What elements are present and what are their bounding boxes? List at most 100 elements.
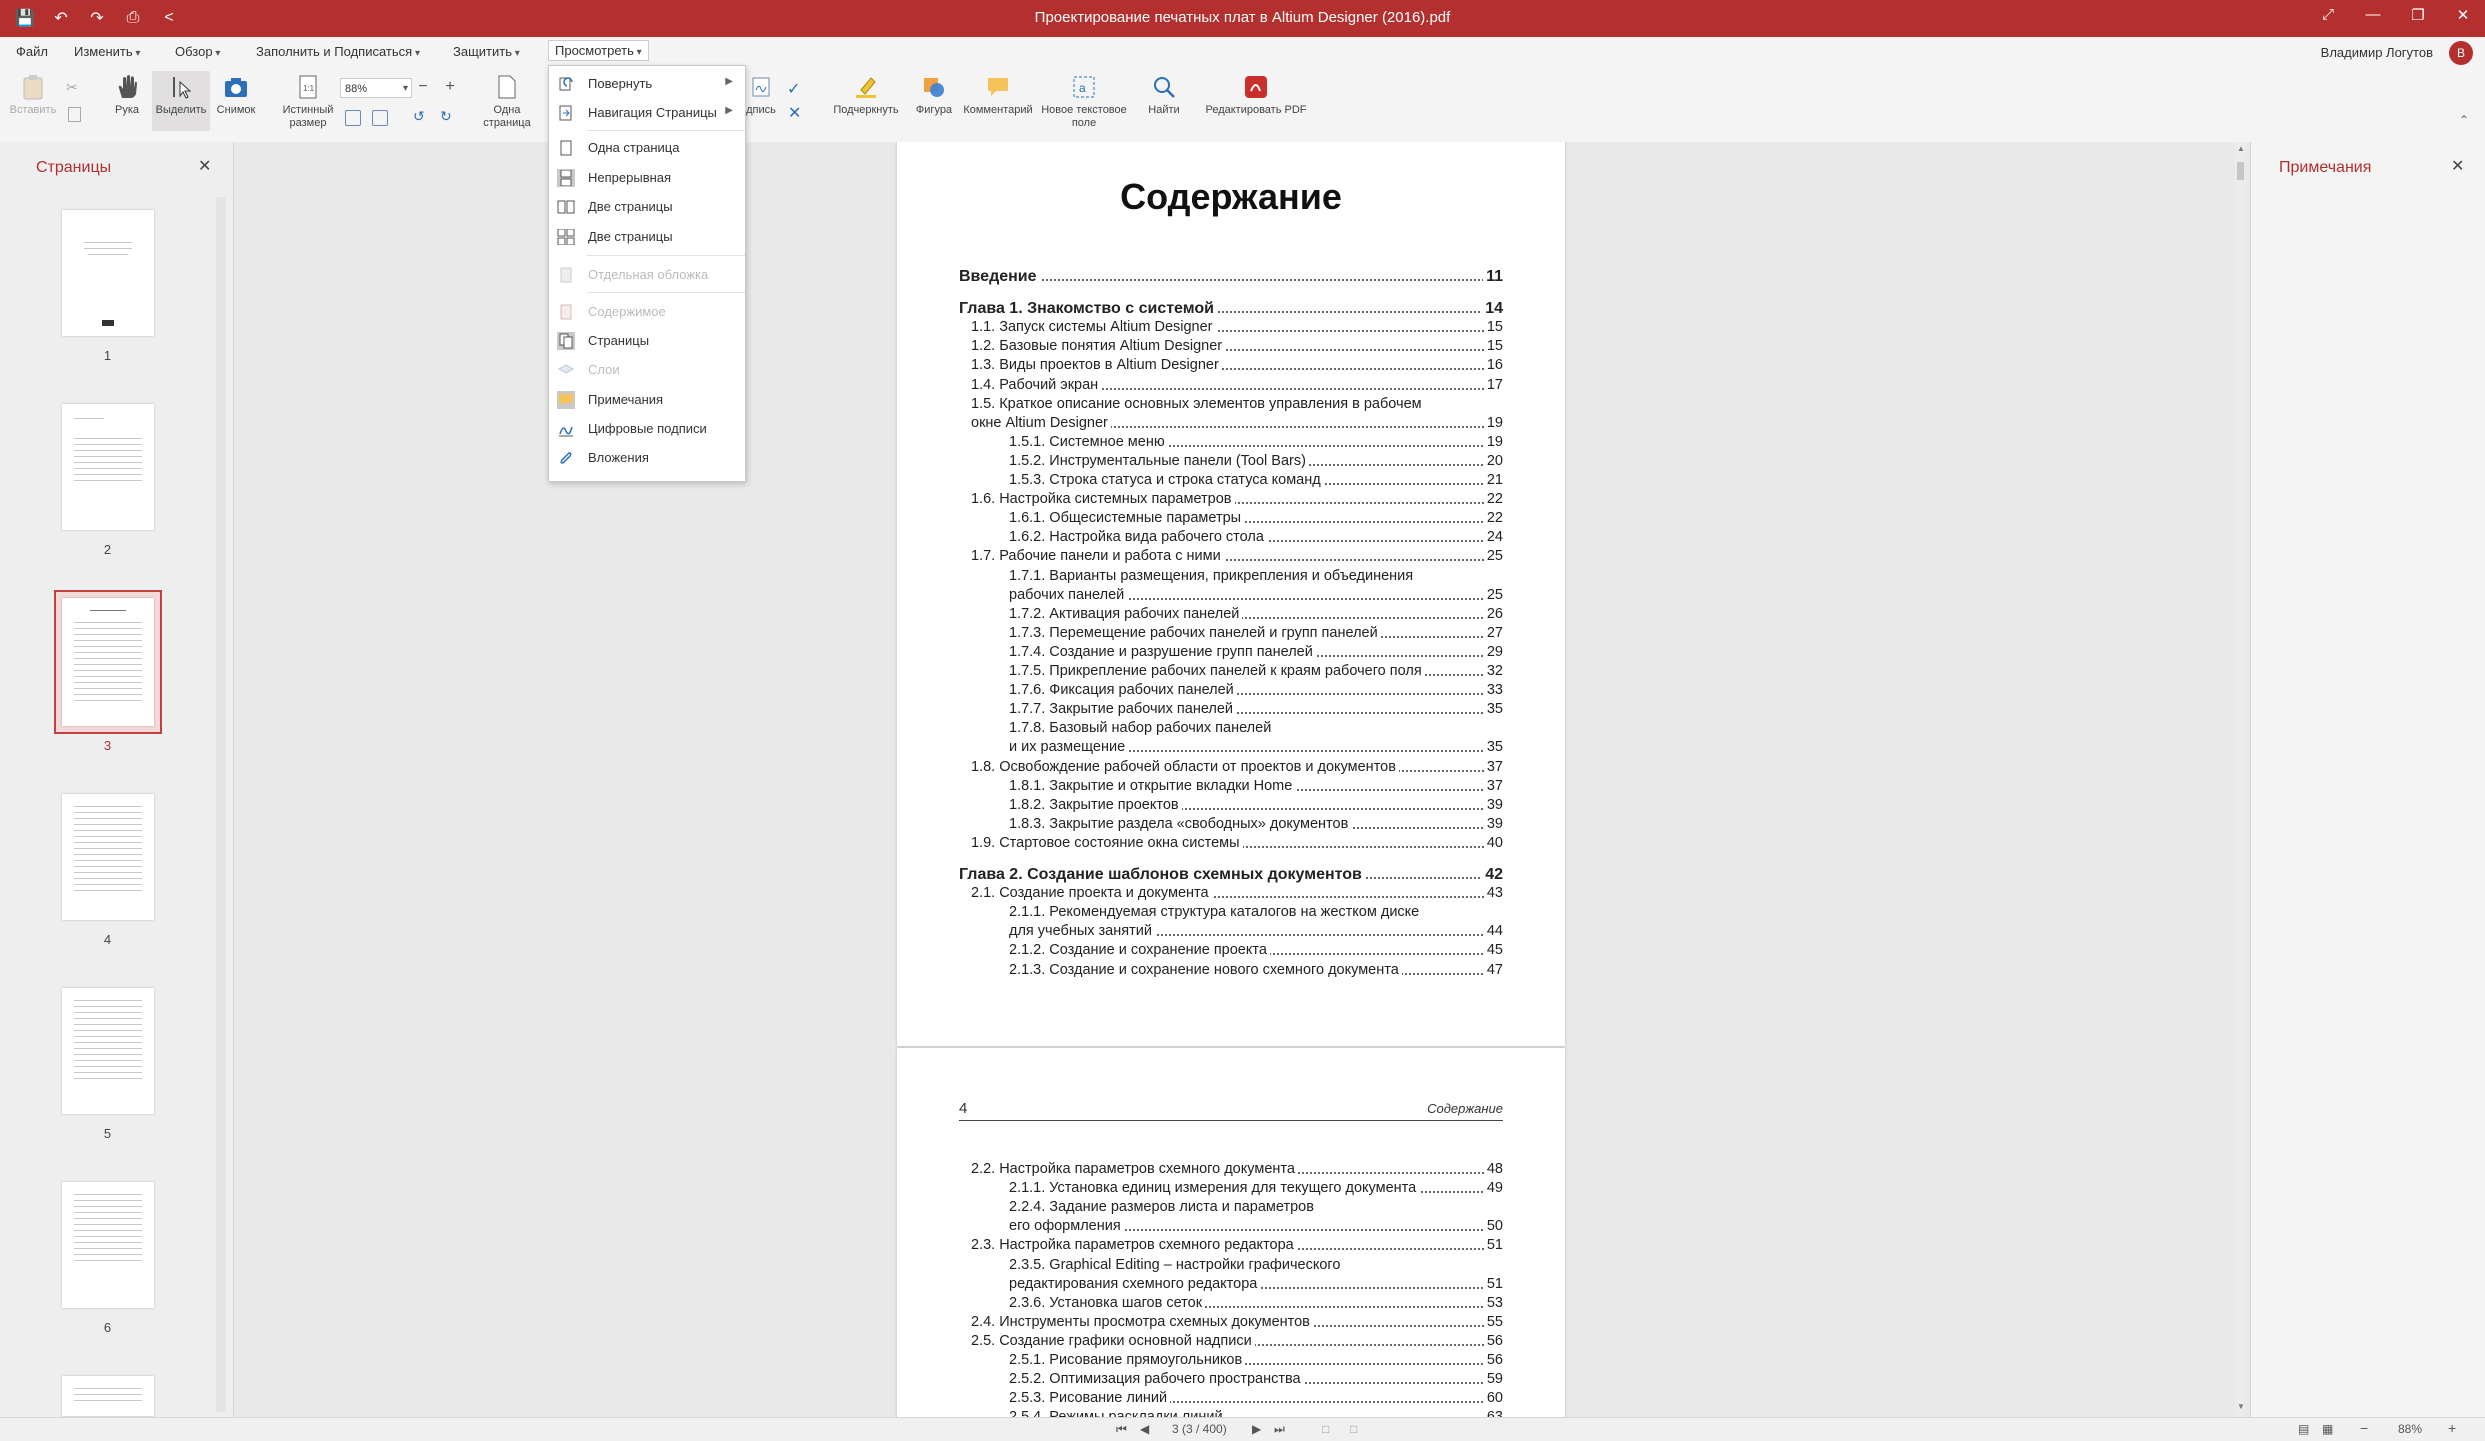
- toc-entry[interactable]: 2.1. Создание проекта и документа 43: [971, 884, 1503, 904]
- toc-entry[interactable]: окне Altium Designer 19: [971, 413, 1503, 433]
- check-icon[interactable]: ✓: [787, 79, 800, 99]
- toc-entry[interactable]: 1.7.7. Закрытие рабочих панелей 35: [1009, 700, 1503, 720]
- toc-entry[interactable]: 1.7.3. Перемещение рабочих панелей и гру…: [1009, 623, 1503, 643]
- toc-entry[interactable]: 1.8. Освобождение рабочей области от про…: [971, 757, 1503, 777]
- close-icon[interactable]: ✕: [2451, 156, 2464, 176]
- toc-entry[interactable]: 2.5. Создание графики основной надписи 56: [971, 1331, 1503, 1351]
- fit-width-icon[interactable]: [372, 110, 388, 126]
- toc-entry[interactable]: 1.7.8. Базовый набор рабочих панелей: [1009, 719, 1503, 738]
- menu-item-page-navigation[interactable]: Навигация Страницы ▶: [549, 100, 745, 126]
- toc-entry[interactable]: 1.2. Базовые понятия Altium Designer 15: [971, 337, 1503, 357]
- toc-entry[interactable]: Введение 11: [959, 267, 1503, 286]
- toc-entry[interactable]: 2.3.5. Graphical Editing – настройки гра…: [1009, 1256, 1503, 1275]
- toc-entry[interactable]: рабочих панелей 25: [1009, 585, 1503, 605]
- document-scrollbar[interactable]: [2235, 142, 2245, 1417]
- toc-entry[interactable]: 2.3. Настройка параметров схемного редак…: [971, 1236, 1503, 1256]
- last-page-icon[interactable]: ⏭: [1274, 1422, 1285, 1437]
- toc-entry[interactable]: 2.1.1. Рекомендуемая структура каталогов…: [1009, 903, 1503, 922]
- toc-entry[interactable]: 1.7.1. Варианты размещения, прикрепления…: [1009, 567, 1503, 586]
- cut-icon[interactable]: ✂: [66, 79, 78, 96]
- toc-entry[interactable]: 1.8.3. Закрытие раздела «свободных» доку…: [1009, 814, 1503, 834]
- menu-item-digital-signatures[interactable]: Цифровые подписи: [549, 416, 745, 442]
- menu-item-single-page[interactable]: Одна страница: [549, 135, 745, 161]
- edit-pdf-button[interactable]: Редактировать PDF: [1200, 73, 1312, 117]
- toc-entry[interactable]: 1.7.6. Фиксация рабочих панелей 33: [1009, 681, 1503, 701]
- collapse-ribbon-icon[interactable]: ⌃: [2459, 113, 2469, 127]
- toc-entry[interactable]: 2.4. Инструменты просмотра схемных докум…: [971, 1312, 1503, 1332]
- find-button[interactable]: Найти: [1134, 73, 1194, 117]
- document-viewport[interactable]: Содержание Введение 11 Глава 1. Знакомство…: [234, 142, 2250, 1417]
- page-thumbnail[interactable]: [62, 1376, 154, 1416]
- page-thumbnail-current[interactable]: [62, 598, 154, 726]
- menu-protect[interactable]: Защитить: [447, 42, 526, 61]
- rotate-right-icon[interactable]: ↻: [440, 108, 452, 125]
- menu-item-attachments[interactable]: Вложения: [549, 445, 745, 471]
- page-indicator[interactable]: 3 (3 / 400): [1172, 1422, 1227, 1436]
- thumbs-scrollbar[interactable]: [216, 197, 226, 1412]
- menu-item-pages[interactable]: Страницы: [549, 328, 745, 354]
- menu-item-continuous[interactable]: Непрерывная: [549, 165, 745, 191]
- scroll-thumb[interactable]: [2237, 162, 2244, 180]
- zoom-combobox[interactable]: 88%: [340, 78, 412, 99]
- menu-view[interactable]: Просмотреть: [548, 40, 649, 61]
- toc-entry[interactable]: 1.3. Виды проектов в Altium Designer 16: [971, 356, 1503, 376]
- single-page-button[interactable]: Одна страница: [478, 73, 536, 130]
- fullscreen-icon[interactable]: ⤢: [2313, 6, 2343, 30]
- paste-button[interactable]: Вставить: [4, 73, 62, 117]
- page-thumbnail[interactable]: [62, 1182, 154, 1308]
- toc-entry[interactable]: для учебных занятий 44: [1009, 922, 1503, 942]
- toc-entry[interactable]: 2.5.1. Рисование прямоугольников 56: [1009, 1351, 1503, 1370]
- actual-size-button[interactable]: 1:1 Истинный размер: [277, 73, 339, 130]
- toc-entry[interactable]: 2.1.2. Создание и сохранение проекта 45: [1009, 941, 1503, 961]
- next-page-icon[interactable]: ▶: [1252, 1422, 1261, 1436]
- close-button[interactable]: ✕: [2448, 6, 2478, 30]
- toc-entry[interactable]: и их размещение 35: [1009, 738, 1503, 758]
- toc-entry[interactable]: 1.6.1. Общесистемные параметры 22: [1009, 509, 1503, 529]
- toc-entry[interactable]: 1.8.2. Закрытие проектов 39: [1009, 795, 1503, 815]
- menu-item-two-pages-continuous[interactable]: Две страницы: [549, 224, 745, 250]
- restore-button[interactable]: ❐: [2403, 6, 2433, 30]
- comment-button[interactable]: Комментарий: [962, 73, 1034, 117]
- toc-entry[interactable]: 1.1. Запуск системы Altium Designer 15: [971, 318, 1503, 338]
- continuous-view-icon[interactable]: ▦: [2322, 1422, 2333, 1436]
- toc-entry[interactable]: Глава 2. Создание шаблонов схемных докум…: [959, 865, 1503, 884]
- menu-edit[interactable]: Изменить: [68, 42, 146, 61]
- toc-entry[interactable]: 2.2.4. Задание размеров листа и параметр…: [1009, 1198, 1503, 1217]
- toc-entry[interactable]: 1.7.2. Активация рабочих панелей 26: [1009, 604, 1503, 624]
- toc-entry[interactable]: 1.7. Рабочие панели и работа с ними 25: [971, 547, 1503, 567]
- toc-entry[interactable]: 1.5.3. Строка статуса и строка статуса к…: [1009, 471, 1503, 490]
- toc-entry[interactable]: 2.3.6. Установка шагов сеток 53: [1009, 1293, 1503, 1313]
- toc-entry[interactable]: 2.1.1. Установка единиц измерения для те…: [1009, 1179, 1503, 1199]
- page-thumbnail[interactable]: [62, 210, 154, 336]
- toc-entry[interactable]: 2.2. Настройка параметров схемного докум…: [971, 1160, 1503, 1179]
- toc-entry[interactable]: 1.7.4. Создание и разрушение групп панел…: [1009, 642, 1503, 662]
- zoom-out-button[interactable]: −: [2360, 1420, 2368, 1436]
- close-icon[interactable]: ✕: [198, 156, 211, 176]
- toc-entry[interactable]: 1.4. Рабочий экран 17: [971, 375, 1503, 395]
- menu-item-annotations[interactable]: Примечания: [549, 387, 745, 413]
- user-name[interactable]: Владимир Логутов: [2321, 45, 2433, 60]
- single-page-view-icon[interactable]: ▤: [2298, 1422, 2309, 1436]
- toc-entry[interactable]: Глава 1. Знакомство с системой 14: [959, 299, 1503, 319]
- menu-fill-sign[interactable]: Заполнить и Подписаться: [250, 42, 426, 61]
- menu-file[interactable]: Файл: [10, 42, 54, 61]
- zoom-in-button[interactable]: +: [441, 79, 459, 97]
- view-icon[interactable]: □: [1322, 1422, 1329, 1436]
- underline-button[interactable]: Подчеркнуть: [826, 73, 906, 117]
- snapshot-button[interactable]: Снимок: [207, 73, 265, 117]
- copy-icon[interactable]: [68, 107, 81, 122]
- toc-entry[interactable]: 1.5.1. Системное меню 19: [1009, 432, 1503, 452]
- toc-entry[interactable]: 1.8.1. Закрытие и открытие вкладки Home 3…: [1009, 776, 1503, 796]
- zoom-in-button[interactable]: +: [2448, 1420, 2456, 1436]
- view-icon[interactable]: □: [1350, 1422, 1357, 1436]
- first-page-icon[interactable]: ⏮: [1116, 1422, 1127, 1437]
- page-thumbnail[interactable]: [62, 988, 154, 1114]
- prev-page-icon[interactable]: ◀: [1140, 1422, 1149, 1436]
- select-tool-button[interactable]: Выделить: [152, 71, 210, 131]
- new-text-field-button[interactable]: a Новое текстовое поле: [1040, 73, 1128, 130]
- toc-entry[interactable]: 1.6.2. Настройка вида рабочего стола 24: [1009, 528, 1503, 548]
- toc-entry[interactable]: 2.5.2. Оптимизация рабочего пространства…: [1009, 1370, 1503, 1390]
- hand-tool-button[interactable]: Рука: [98, 73, 156, 117]
- toc-entry[interactable]: редактирования схемного редактора 51: [1009, 1274, 1503, 1294]
- page-thumbnail[interactable]: [62, 794, 154, 920]
